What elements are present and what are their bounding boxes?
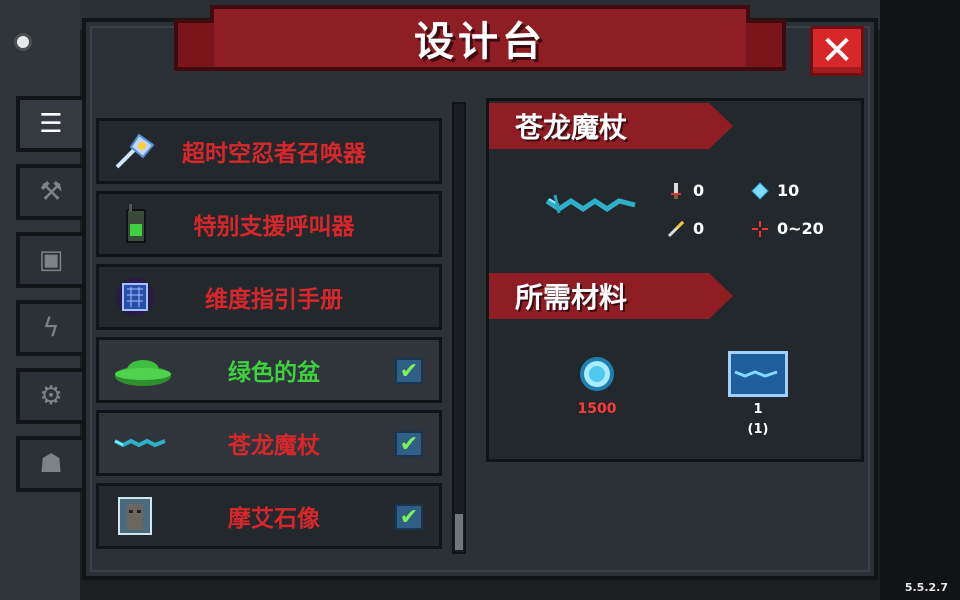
gear-icon: ⚙ (39, 381, 63, 411)
tab-list[interactable]: ☰ (16, 96, 82, 152)
scroll-thumb[interactable] (455, 514, 463, 550)
list-item[interactable]: 特别支援呼叫器 (96, 191, 442, 257)
scepter-icon (113, 131, 157, 171)
background-right (880, 0, 960, 600)
character-icon: ☗ (39, 449, 63, 479)
sword-icon (667, 182, 685, 200)
checkmark-icon: ✔ (395, 358, 423, 384)
list-item[interactable]: 绿色的盆 ✔ (96, 337, 442, 403)
tab-parts[interactable]: ⚙ (16, 368, 82, 424)
weapon-icon: ⚒ (39, 177, 63, 207)
list-item[interactable]: 维度指引手册 (96, 264, 442, 330)
tab-armor[interactable]: ▣ (16, 232, 82, 288)
armor-icon: ▣ (38, 245, 64, 275)
checkmark-icon: ✔ (395, 504, 423, 530)
tab-characters[interactable]: ☗ (16, 436, 82, 492)
dragon-staff-icon (545, 187, 641, 221)
materials-title: 所需材料 (515, 281, 628, 314)
manual-icon (113, 277, 157, 317)
tab-weapons[interactable]: ⚒ (16, 164, 82, 220)
crit-stat: 0 (667, 219, 704, 238)
walkie-talkie-icon (113, 204, 157, 244)
material-blueprint: 1 (1) (725, 351, 791, 437)
list-item[interactable]: 苍龙魔杖 ✔ (96, 410, 442, 476)
crit-value: 0 (693, 219, 705, 238)
item-name-ribbon: 苍龙魔杖 (489, 103, 733, 149)
energy-value: 10 (777, 181, 800, 200)
energy-crystal-icon (751, 181, 769, 200)
category-tabs: ☰ ⚒ ▣ ϟ ⚙ ☗ (16, 96, 82, 504)
spread-value: 0~20 (777, 219, 824, 238)
moai-statue-icon (113, 496, 157, 536)
item-label: 苍龙魔杖 (228, 433, 320, 459)
list-item[interactable]: 摩艾石像 ✔ (96, 483, 442, 549)
gem-icon (580, 357, 614, 391)
item-name: 苍龙魔杖 (515, 111, 628, 144)
version-label: 5.5.2.7 (904, 581, 948, 594)
joystick-dot (14, 33, 32, 51)
lightning-icon: ϟ (42, 313, 60, 343)
checkmark-icon: ✔ (395, 431, 423, 457)
material-count: 1 (753, 402, 763, 417)
item-label: 超时空忍者召唤器 (182, 141, 366, 167)
material-owned: (1) (747, 422, 769, 437)
crit-knife-icon (667, 220, 685, 238)
window-title: 设计台 (414, 19, 546, 65)
dragon-staff-icon (113, 423, 173, 463)
item-label: 特别支援呼叫器 (193, 214, 355, 240)
blueprint-icon (728, 351, 788, 397)
energy-stat: 10 (751, 181, 799, 200)
material-count: 1500 (577, 401, 617, 417)
item-detail-panel: 苍龙魔杖 0 10 0 0~20 所需材料 1500 1 (1) (486, 98, 864, 462)
green-bowl-icon (113, 350, 173, 390)
material-gems: 1500 (575, 357, 619, 417)
materials-ribbon: 所需材料 (489, 273, 733, 319)
list-icon: ☰ (39, 109, 63, 139)
spread-stat: 0~20 (751, 219, 824, 238)
list-item[interactable]: 超时空忍者召唤器 (96, 118, 442, 184)
item-label: 绿色的盆 (228, 360, 320, 386)
recipe-list[interactable]: 超时空忍者召唤器 特别支援呼叫器 维度指引手册 绿色的盆 ✔ 苍龙魔杖 ✔ 摩艾… (96, 96, 446, 558)
close-icon: ✕ (820, 28, 854, 74)
item-label: 维度指引手册 (205, 287, 343, 313)
title-banner: 设计台 (174, 5, 786, 71)
close-button[interactable]: ✕ (810, 26, 864, 76)
list-scrollbar[interactable] (452, 102, 466, 554)
tab-skills[interactable]: ϟ (16, 300, 82, 356)
item-label: 摩艾石像 (228, 506, 320, 532)
crosshair-icon (751, 220, 769, 238)
damage-stat: 0 (667, 181, 704, 200)
damage-value: 0 (693, 181, 705, 200)
